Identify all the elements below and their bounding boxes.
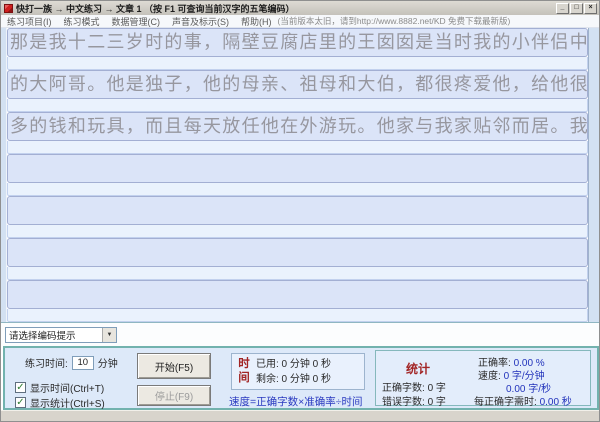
stats-correct: 正确字数: 0 字	[382, 379, 446, 394]
stats-title: 统计	[406, 360, 430, 377]
time-box-title: 时 间	[236, 357, 252, 386]
encoding-hint-select[interactable]: 请选择编码提示 ▼	[5, 327, 117, 343]
combo-strip: 请选择编码提示 ▼	[1, 322, 599, 346]
menu-practice-mode[interactable]: 练习模式	[58, 15, 106, 28]
menu-sound-marking[interactable]: 声音及标示(S)	[166, 15, 235, 28]
practice-time-input[interactable]	[72, 356, 94, 370]
stats-box: 统计 正确字数: 0 字 错误字数: 0 字 正确率: 0.00 % 速度: 0…	[375, 350, 591, 406]
sample-text-line	[7, 154, 588, 183]
menu-bar: 练习项目(I) 练习模式 数据管理(C) 声音及标示(S) 帮助(H) (当前版…	[1, 15, 599, 28]
stats-per-char: 每正确字需时: 0.00 秒	[474, 393, 572, 408]
window-title: 快打一族 → 中文练习 → 文章 1 （按 F1 可查询当前汉字的五笔编码）	[16, 2, 552, 15]
minimize-icon[interactable]: _	[556, 3, 569, 14]
speed-formula: 速度=正确字数×准确率÷时间	[229, 394, 363, 409]
typing-input-line[interactable]	[7, 183, 588, 196]
show-stats-checkbox[interactable]: ✓ 显示统计(Ctrl+S)	[15, 395, 105, 410]
show-stats-label: 显示统计(Ctrl+S)	[30, 395, 105, 410]
stop-button[interactable]: 停止(F9)	[137, 385, 211, 406]
time-elapsed: 已用: 0 分钟 0 秒	[256, 357, 331, 372]
typing-input-line[interactable]	[7, 225, 588, 238]
typing-input-line[interactable]	[7, 57, 588, 70]
checkmark-icon: ✓	[15, 382, 26, 393]
practice-time-label: 练习时间:	[25, 355, 68, 370]
sample-text-line: 那是我十二三岁时的事，隔壁豆腐店里的王囡囡是当时我的小伴侣中	[7, 28, 588, 57]
time-remaining: 剩余: 0 分钟 0 秒	[256, 372, 331, 387]
sample-text-line	[7, 238, 588, 267]
maximize-icon[interactable]: □	[570, 3, 583, 14]
version-notice: (当前版本太旧，请到http://www.8882.net/KD 免费下载最新版…	[278, 15, 511, 27]
menu-practice-items[interactable]: 练习项目(I)	[1, 15, 58, 28]
typing-input-line[interactable]	[7, 141, 588, 154]
app-window: 快打一族 → 中文练习 → 文章 1 （按 F1 可查询当前汉字的五笔编码） _…	[0, 0, 600, 422]
control-panel: 练习时间: 分钟 ✓ 显示时间(Ctrl+T) ✓ 显示统计(Ctrl+S) 开…	[3, 346, 599, 410]
time-box: 时 间 已用: 0 分钟 0 秒 剩余: 0 分钟 0 秒	[231, 353, 365, 390]
practice-rows: 那是我十二三岁时的事，隔壁豆腐店里的王囡囡是当时我的小伴侣中 的大阿哥。他是独子…	[7, 28, 588, 322]
app-icon	[4, 4, 13, 13]
title-bar: 快打一族 → 中文练习 → 文章 1 （按 F1 可查询当前汉字的五笔编码） _…	[1, 1, 599, 15]
typing-input-line[interactable]	[7, 309, 588, 322]
practice-time-unit: 分钟	[98, 355, 118, 370]
window-controls: _ □ ×	[556, 3, 597, 14]
typing-input-line[interactable]	[7, 99, 588, 112]
show-time-label: 显示时间(Ctrl+T)	[30, 380, 104, 395]
stats-wrong: 错误字数: 0 字	[382, 393, 446, 408]
practice-time-row: 练习时间: 分钟	[25, 355, 118, 370]
start-button[interactable]: 开始(F5)	[137, 353, 211, 379]
typing-input-line[interactable]	[7, 267, 588, 280]
sample-text-line: 多的钱和玩具，而且每天放任他在外游玩。他家与我家贴邻而居。我	[7, 112, 588, 141]
menu-data-management[interactable]: 数据管理(C)	[106, 15, 167, 28]
menu-help[interactable]: 帮助(H)	[235, 15, 278, 28]
sample-text-line: 的大阿哥。他是独子，他的母亲、祖母和大伯，都很疼爱他，给他很	[7, 70, 588, 99]
practice-text-area: 那是我十二三岁时的事，隔壁豆腐店里的王囡囡是当时我的小伴侣中 的大阿哥。他是独子…	[1, 28, 599, 322]
sample-text-line	[7, 196, 588, 225]
status-bar	[1, 410, 599, 422]
encoding-hint-value: 请选择编码提示	[6, 328, 102, 342]
show-time-checkbox[interactable]: ✓ 显示时间(Ctrl+T)	[15, 380, 104, 395]
sample-text-line	[7, 280, 588, 309]
chevron-down-icon[interactable]: ▼	[102, 328, 116, 342]
time-values: 已用: 0 分钟 0 秒 剩余: 0 分钟 0 秒	[252, 357, 331, 386]
close-icon[interactable]: ×	[584, 3, 597, 14]
right-margin-strip	[588, 28, 599, 322]
checkmark-icon: ✓	[15, 397, 26, 408]
